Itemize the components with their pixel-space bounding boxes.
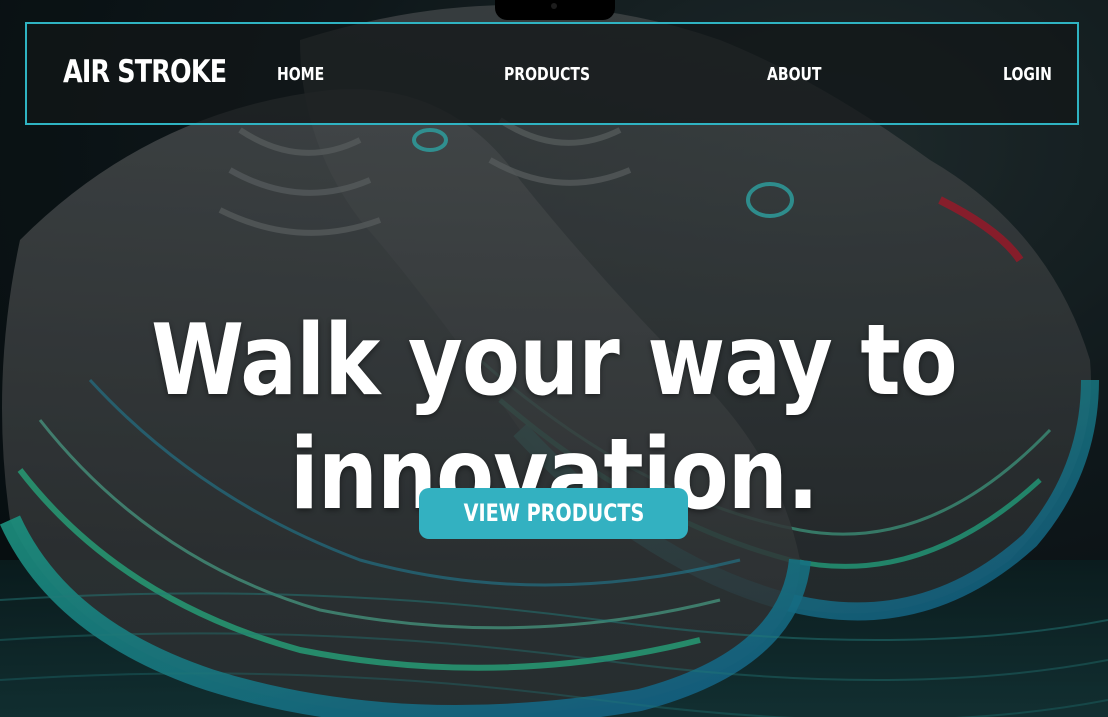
view-products-button-label: VIEW PRODUCTS	[463, 499, 644, 527]
camera-icon	[551, 3, 557, 9]
nav-login-link[interactable]: LOGIN	[1003, 64, 1052, 85]
hero-headline-line-1: Walk your way to	[151, 303, 958, 418]
view-products-button[interactable]: VIEW PRODUCTS	[419, 488, 688, 539]
brand-logo[interactable]: AIR STROKE	[63, 54, 227, 90]
top-navigation-bar: AIR STROKE HOME PRODUCTS ABOUT LOGIN	[25, 22, 1079, 125]
nav-about-link[interactable]: ABOUT	[767, 64, 821, 85]
nav-products-link[interactable]: PRODUCTS	[504, 64, 590, 85]
nav-home-link[interactable]: HOME	[277, 64, 324, 85]
